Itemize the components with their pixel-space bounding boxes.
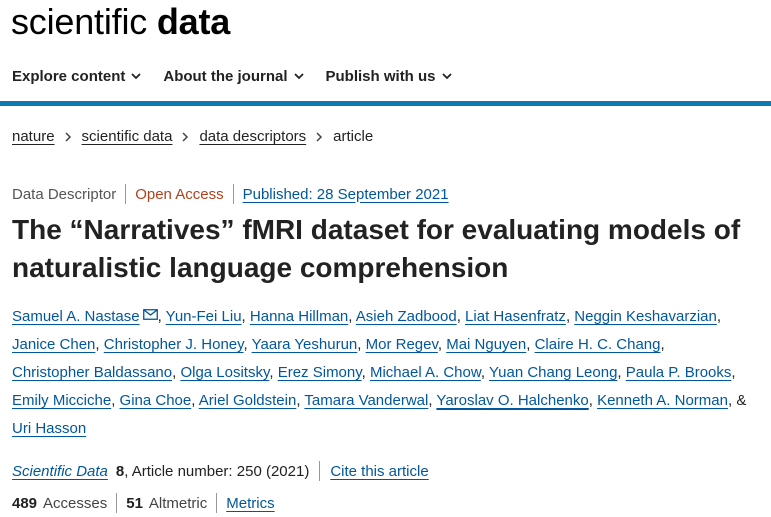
site-logo[interactable]: scientific data	[11, 0, 230, 44]
chevron-right-icon	[316, 131, 323, 142]
author-link[interactable]: Tamara Vanderwal	[304, 392, 428, 409]
nav-publish-with-us[interactable]: Publish with us	[326, 68, 452, 85]
chevron-down-icon	[441, 72, 452, 79]
chevron-down-icon	[131, 72, 141, 79]
divider	[116, 493, 118, 513]
breadcrumb: nature scientific data data descriptors …	[12, 128, 373, 145]
logo-text-light: scientific	[11, 1, 148, 42]
citation-line: Scientific Data 8 , Article number: 250 …	[12, 461, 429, 481]
author-link[interactable]: Claire H. C. Chang	[535, 336, 661, 353]
author-link[interactable]: Yuan Chang Leong	[489, 364, 617, 381]
author-link[interactable]: Hanna Hillman	[250, 308, 348, 325]
author-separator: ,	[660, 336, 665, 353]
divider	[216, 493, 218, 513]
author-link[interactable]: Uri Hasson	[12, 420, 86, 437]
author-link[interactable]: Paula P. Brooks	[626, 364, 732, 381]
author-link[interactable]: Samuel A. Nastase	[12, 308, 140, 325]
cite-article-link[interactable]: Cite this article	[330, 463, 428, 480]
chevron-right-icon	[182, 131, 189, 142]
author-separator: ,	[480, 364, 489, 381]
altmetric-count: 51	[126, 494, 143, 512]
author-separator: ,	[95, 336, 104, 353]
author-separator: ,	[456, 308, 466, 325]
article-type: Data Descriptor	[12, 185, 117, 203]
metrics-link[interactable]: Metrics	[226, 495, 274, 512]
author-link[interactable]: Yun-Fei Liu	[166, 308, 242, 325]
divider	[319, 461, 321, 481]
divider	[125, 184, 127, 204]
open-access-label: Open Access	[135, 185, 224, 203]
article-meta: Data Descriptor Open Access Published: 2…	[12, 184, 449, 204]
chevron-down-icon	[293, 72, 304, 79]
author-link[interactable]: Emily Micciche	[12, 392, 111, 409]
author-link[interactable]: Mor Regev	[366, 336, 438, 353]
author-link[interactable]: Kenneth A. Norman	[597, 392, 728, 409]
author-link[interactable]: Gina Choe	[120, 392, 192, 409]
author-link[interactable]: Mai Nguyen	[446, 336, 526, 353]
nav-about-journal[interactable]: About the journal	[163, 67, 304, 85]
volume-number: 8	[115, 462, 125, 480]
article-title: The “Narratives” fMRI dataset for evalua…	[12, 214, 741, 283]
article-metrics: 489 Accesses 51 Altmetric Metrics	[12, 493, 275, 513]
author-list: Samuel A. Nastase, Yun-Fei Liu, Hanna Hi…	[12, 303, 769, 443]
breadcrumb-scientific-data[interactable]: scientific data	[82, 128, 173, 145]
chevron-right-icon	[65, 131, 71, 142]
author-separator: ,	[437, 336, 447, 353]
author-link[interactable]: Liat Hasenfratz	[465, 308, 566, 325]
nav-label: Publish with us	[325, 67, 436, 85]
author-separator: ,	[731, 364, 736, 381]
author-separator: ,	[526, 336, 535, 353]
author-link[interactable]: Olga Lositsky	[180, 364, 269, 381]
accesses-count: 489	[12, 494, 38, 512]
accesses-label: Accesses	[43, 494, 108, 512]
author-link[interactable]: Ariel Goldstein	[199, 392, 297, 409]
author-link[interactable]: Christopher J. Honey	[104, 336, 244, 353]
email-icon[interactable]	[142, 309, 158, 320]
author-link[interactable]: Yaara Yeshurun	[252, 336, 358, 353]
breadcrumb-current: article	[333, 128, 374, 145]
author-link[interactable]: Erez Simony	[278, 364, 362, 381]
author-separator: ,	[157, 308, 166, 325]
author-link[interactable]: Asieh Zadbood	[356, 308, 457, 325]
author-link[interactable]: Neggin Keshavarzian	[574, 308, 717, 325]
divider	[232, 184, 234, 204]
author-separator: ,	[111, 392, 120, 409]
author-link[interactable]: Christopher Baldassano	[12, 364, 172, 381]
altmetric-label: Altmetric	[148, 494, 208, 512]
author-link[interactable]: Janice Chen	[12, 336, 95, 353]
author-separator: ,	[716, 308, 722, 325]
author-and: &	[736, 392, 747, 409]
main-nav: Explore content About the journal Publis…	[0, 58, 771, 94]
author-separator: ,	[241, 308, 250, 325]
author-separator: ,	[243, 336, 252, 353]
author-separator: ,	[348, 308, 356, 325]
author-separator: ,	[191, 392, 199, 409]
breadcrumb-nature[interactable]: nature	[12, 128, 55, 145]
nav-explore-content[interactable]: Explore content	[12, 68, 141, 85]
author-link[interactable]: Michael A. Chow	[370, 364, 481, 381]
nav-divider	[0, 101, 771, 106]
published-date-link[interactable]: Published: 28 September 2021	[243, 186, 449, 203]
nav-label: About the journal	[163, 67, 288, 85]
logo-text-bold: data	[156, 1, 231, 42]
breadcrumb-data-descriptors[interactable]: data descriptors	[199, 128, 306, 145]
nav-label: Explore content	[12, 67, 126, 85]
article-number: , Article number: 250 (2021)	[124, 462, 310, 480]
author-separator: ,	[617, 364, 626, 381]
author-separator: ,	[588, 392, 598, 409]
author-link[interactable]: Yaroslav O. Halchenko	[436, 392, 588, 409]
author-separator: ,	[357, 336, 366, 353]
journal-link[interactable]: Scientific Data	[12, 463, 108, 480]
author-separator: ,	[361, 364, 370, 381]
author-separator: ,	[269, 364, 278, 381]
